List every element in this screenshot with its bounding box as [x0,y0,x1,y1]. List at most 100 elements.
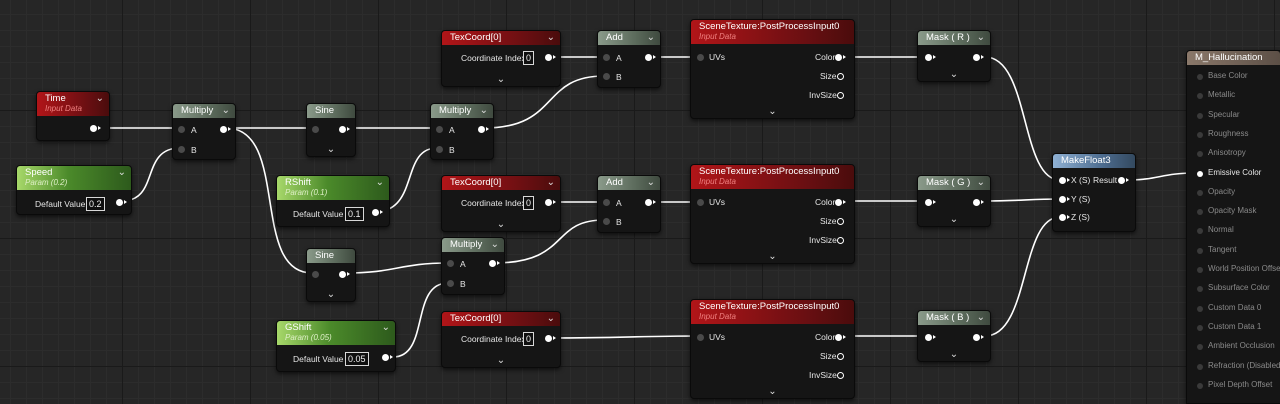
material-input-pin[interactable] [1197,131,1203,138]
makefloat3-z-pin[interactable] [1059,214,1070,221]
sine1-node[interactable]: Sine ⌄ [306,103,356,157]
sine2-node[interactable]: Sine ⌄ [306,248,356,302]
material-pin-row[interactable]: Normal [1187,224,1280,238]
scenetexture3-node[interactable]: SceneTexture:PostProcessInput0 Input Dat… [690,299,855,399]
material-pin-row[interactable]: Specular [1187,109,1280,123]
chevron-down-icon[interactable]: ⌄ [547,313,555,325]
chevron-down-icon[interactable]: ⌄ [977,32,985,44]
material-pin-row[interactable]: Subsurface Color [1187,282,1280,296]
scenetexture2-color-pin[interactable] [835,199,846,206]
chevron-down-icon[interactable]: ⌄ [768,386,776,398]
scenetexture1-node-header[interactable]: SceneTexture:PostProcessInput0 Input Dat… [691,20,854,44]
material-pin-row[interactable]: Opacity [1187,186,1280,200]
multiply1-output-pin[interactable] [220,126,231,133]
material-input-pin[interactable] [1197,151,1203,158]
multiply1-node[interactable]: Multiply ⌄ A B [172,103,236,160]
material-input-pin[interactable] [1197,74,1203,80]
material-input-pin[interactable] [1197,344,1203,351]
material-pin-row[interactable]: Pixel Depth Offset [1187,379,1280,393]
chevron-down-icon[interactable]: ⌄ [768,106,776,118]
multiply3-node[interactable]: Multiply ⌄ A B [441,237,505,295]
material-pin-row[interactable]: Opacity Mask [1187,205,1280,219]
mask-r-node[interactable]: Mask ( R ) ⌄ ⌄ [917,30,991,82]
mask-b-node-header[interactable]: Mask ( B ) ⌄ [918,311,990,325]
texcoord3-coordinate-index-field[interactable]: 0 [523,332,535,346]
material-input-pin[interactable] [1197,247,1203,254]
chevron-down-icon[interactable]: ⌄ [547,32,555,44]
material-pin-row[interactable]: Refraction (Disabled) [1187,360,1280,374]
sine1-node-header[interactable]: Sine [307,104,355,118]
sine2-output-pin[interactable] [339,271,350,278]
material-input-pin[interactable] [1197,209,1203,216]
material-pin-row[interactable]: Tangent [1187,244,1280,258]
sine1-input-pin[interactable] [312,126,319,133]
gshift-node[interactable]: GShift Param (0.05) ⌄ Default Value 0.05 [276,320,396,372]
chevron-down-icon[interactable]: ⌄ [376,177,384,189]
chevron-down-icon[interactable]: ⌄ [222,105,230,117]
material-result-node[interactable]: M_Hallucination Base Color Metallic Specul… [1186,50,1280,404]
material-pin-row[interactable]: Roughness [1187,128,1280,142]
multiply3-input-a-pin[interactable] [447,260,454,267]
time-node[interactable]: Time Input Data ⌄ [36,91,110,141]
mask-g-input-pin[interactable] [925,199,936,206]
material-pin-row[interactable]: Anisotropy [1187,147,1280,161]
makefloat3-node[interactable]: MakeFloat3 X (S) Result Y (S) Z (S) [1052,153,1136,232]
texcoord1-node[interactable]: TexCoord[0] ⌄ Coordinate Index 0 ⌄ [441,30,561,87]
add2-node-header[interactable]: Add ⌄ [598,176,660,190]
material-pin-row[interactable]: Base Color [1187,70,1280,84]
material-pin-row[interactable]: Emissive Color [1187,167,1280,181]
mask-r-output-pin[interactable] [973,54,984,61]
chevron-down-icon[interactable]: ⌄ [491,239,499,251]
multiply2-output-pin[interactable] [478,126,489,133]
add1-node-header[interactable]: Add ⌄ [598,31,660,45]
multiply3-input-b-pin[interactable] [447,280,454,287]
multiply3-output-pin[interactable] [489,260,500,267]
texcoord1-node-header[interactable]: TexCoord[0] ⌄ [442,31,560,45]
mask-b-input-pin[interactable] [925,334,936,341]
scenetexture1-node[interactable]: SceneTexture:PostProcessInput0 Input Dat… [690,19,855,119]
mask-b-node[interactable]: Mask ( B ) ⌄ ⌄ [917,310,991,362]
scenetexture1-uvs-pin[interactable] [697,54,704,61]
sine2-node-header[interactable]: Sine [307,249,355,263]
multiply1-input-b-pin[interactable] [178,146,185,153]
rshift-default-value-field[interactable]: 0.1 [345,207,364,221]
makefloat3-result-pin[interactable] [1118,177,1129,184]
material-input-pin[interactable] [1197,305,1203,312]
material-input-pin[interactable] [1197,363,1203,370]
gshift-output-pin[interactable] [382,354,393,361]
texcoord3-output-pin[interactable] [545,335,556,342]
chevron-down-icon[interactable]: ⌄ [950,214,958,226]
chevron-down-icon[interactable]: ⌄ [497,355,505,367]
texcoord3-node[interactable]: TexCoord[0] ⌄ Coordinate Index 0 ⌄ [441,311,561,368]
mask-b-output-pin[interactable] [973,334,984,341]
mask-r-node-header[interactable]: Mask ( R ) ⌄ [918,31,990,45]
mask-r-input-pin[interactable] [925,54,936,61]
chevron-down-icon[interactable]: ⌄ [382,322,390,334]
add2-input-a-pin[interactable] [603,199,610,206]
time-output-pin[interactable] [90,125,101,132]
material-input-pin[interactable] [1197,112,1203,119]
material-input-pin[interactable] [1197,170,1203,177]
add1-input-b-pin[interactable] [603,73,610,80]
material-pin-row[interactable]: Metallic [1187,89,1280,103]
sine1-output-pin[interactable] [339,126,350,133]
add2-node[interactable]: Add ⌄ A B [597,175,661,233]
speed-node-header[interactable]: Speed Param (0.2) ⌄ [17,166,131,190]
rshift-node-header[interactable]: RShift Param (0.1) ⌄ [277,176,389,200]
speed-output-pin[interactable] [116,199,127,206]
chevron-down-icon[interactable]: ⌄ [647,32,655,44]
rshift-output-pin[interactable] [372,209,383,216]
add1-output-pin[interactable] [645,54,656,61]
multiply3-node-header[interactable]: Multiply ⌄ [442,238,504,252]
chevron-down-icon[interactable]: ⌄ [977,177,985,189]
chevron-down-icon[interactable]: ⌄ [547,177,555,189]
chevron-down-icon[interactable]: ⌄ [96,93,104,105]
scenetexture2-node-header[interactable]: SceneTexture:PostProcessInput0 Input Dat… [691,165,854,189]
chevron-down-icon[interactable]: ⌄ [977,312,985,324]
speed-node[interactable]: Speed Param (0.2) ⌄ Default Value 0.2 [16,165,132,215]
material-input-pin[interactable] [1197,189,1203,196]
texcoord1-coordinate-index-field[interactable]: 0 [523,51,535,65]
multiply2-node-header[interactable]: Multiply ⌄ [431,104,493,118]
material-input-pin[interactable] [1197,324,1203,331]
texcoord1-output-pin[interactable] [545,54,556,61]
